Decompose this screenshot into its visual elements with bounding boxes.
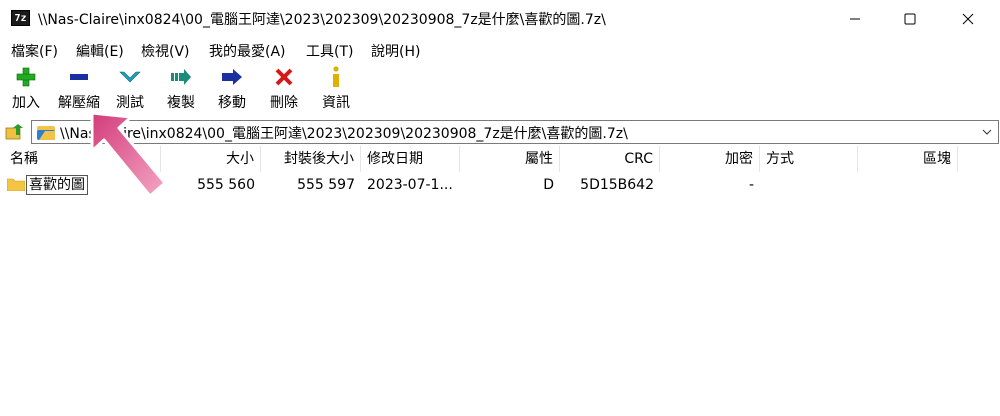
info-icon [324,66,348,88]
copy-arrow-icon [169,66,193,88]
file-crc: 5D15B642 [580,177,654,193]
7zip-app-icon: 7z [11,10,30,26]
archive-folder-icon [37,126,55,140]
title-bar: 7z \\Nas-Claire\inx0824\00_電腦王阿達\2023\20… [0,0,1000,38]
file-packed-size: 555 597 [297,177,355,193]
up-folder-icon [5,124,23,140]
move-label: 移動 [218,95,246,111]
up-folder-button[interactable] [5,123,25,141]
column-encrypted[interactable]: 加密 [660,146,760,172]
file-attributes: D [543,177,554,193]
close-button[interactable] [943,0,993,38]
file-name[interactable]: 喜歡的圖 [26,175,88,195]
delete-x-icon [272,66,296,88]
minus-icon [67,66,91,88]
extract-label: 解壓縮 [58,95,100,111]
chevron-down-icon[interactable] [982,128,992,136]
add-label: 加入 [12,95,40,111]
close-icon [962,13,974,25]
delete-label: 刪除 [270,95,298,111]
column-name[interactable]: 名稱 [0,146,161,172]
toolbar: 加入 解壓縮 測試 複製 移動 刪除 資訊 [0,62,1000,116]
column-crc[interactable]: CRC [560,146,660,172]
column-modified[interactable]: 修改日期 [361,146,460,172]
file-encrypted: - [748,177,754,193]
extract-button[interactable]: 解壓縮 [56,66,102,114]
maximize-icon [904,13,916,25]
maximize-button[interactable] [885,0,935,38]
address-bar: \\Nas-Claire\inx0824\00_電腦王阿達\2023\20230… [0,118,1000,146]
menu-tools[interactable]: 工具(T) [306,41,353,61]
column-header: 名稱 大小 封裝後大小 修改日期 屬性 CRC 加密 方式 區塊 [0,146,1000,172]
add-button[interactable]: 加入 [8,66,44,114]
info-label: 資訊 [322,95,350,111]
menu-file[interactable]: 檔案(F) [11,41,58,61]
delete-button[interactable]: 刪除 [267,66,301,114]
copy-label: 複製 [167,95,195,111]
table-row[interactable]: 喜歡的圖 555 560 555 597 2023-07-1... D 5D15… [0,173,1000,197]
menu-favorites[interactable]: 我的最愛(A) [209,41,286,61]
address-input[interactable]: \\Nas-Claire\inx0824\00_電腦王阿達\2023\20230… [31,120,999,144]
column-attributes[interactable]: 屬性 [460,146,560,172]
file-method [760,173,858,197]
file-size: 555 560 [197,177,255,193]
file-modified: 2023-07-1... [367,177,453,193]
test-label: 測試 [116,95,144,111]
address-path: \\Nas-Claire\inx0824\00_電腦王阿達\2023\20230… [60,126,628,142]
column-method[interactable]: 方式 [760,146,858,172]
plus-icon [14,66,38,88]
menu-bar: 檔案(F) 編輯(E) 檢視(V) 我的最愛(A) 工具(T) 說明(H) [0,38,1000,62]
column-packed-size[interactable]: 封裝後大小 [261,146,361,172]
checkmark-icon [118,66,142,88]
move-arrow-icon [220,66,244,88]
move-button[interactable]: 移動 [215,66,249,114]
file-block [858,173,958,197]
column-block[interactable]: 區塊 [858,146,958,172]
minimize-icon [850,18,860,20]
folder-icon [7,178,25,191]
test-button[interactable]: 測試 [113,66,147,114]
info-button[interactable]: 資訊 [319,66,353,114]
column-size[interactable]: 大小 [161,146,261,172]
menu-help[interactable]: 說明(H) [371,41,420,61]
copy-button[interactable]: 複製 [164,66,198,114]
minimize-button[interactable] [830,0,880,38]
menu-view[interactable]: 檢視(V) [141,41,190,61]
window-title: \\Nas-Claire\inx0824\00_電腦王阿達\2023\20230… [38,12,606,28]
menu-edit[interactable]: 編輯(E) [76,41,124,61]
